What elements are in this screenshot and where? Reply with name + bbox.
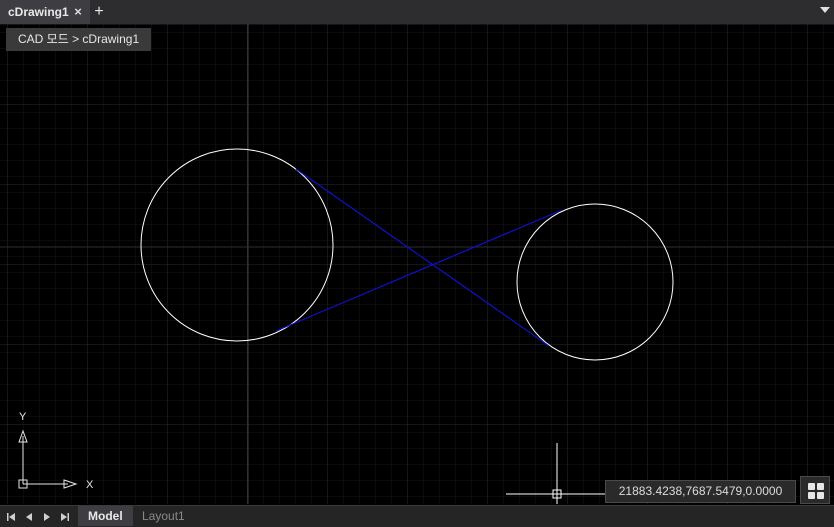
breadcrumb: CAD 모드 > cDrawing1 [6,28,152,51]
first-layout-icon[interactable] [4,510,18,524]
tab-model[interactable]: Model [78,506,133,526]
grid [0,24,834,504]
layout-tab-bar: Model Layout1 [0,505,834,527]
tab-layout1[interactable]: Layout1 [132,506,195,526]
grid-menu-icon [808,483,815,490]
tab-list-dropdown-icon[interactable] [820,7,830,13]
drawing-canvas[interactable]: Y X [0,24,834,504]
coordinate-readout: 21883.4238,7687.5479,0.0000 [605,480,796,503]
y-axis-label: Y [19,411,27,423]
new-tab-icon[interactable]: + [90,0,108,24]
close-tab-icon[interactable]: × [70,4,86,20]
tab-cdrawing1[interactable]: cDrawing1 × [0,0,90,24]
model-space: Y X [0,24,834,504]
tab-title: cDrawing1 [8,5,69,19]
previous-layout-icon[interactable] [22,510,36,524]
x-axis-label: X [86,479,94,491]
last-layout-icon[interactable] [58,510,72,524]
next-layout-icon[interactable] [40,510,54,524]
grid-menu-button[interactable] [800,476,830,504]
document-tab-bar: cDrawing1 × + [0,0,834,25]
